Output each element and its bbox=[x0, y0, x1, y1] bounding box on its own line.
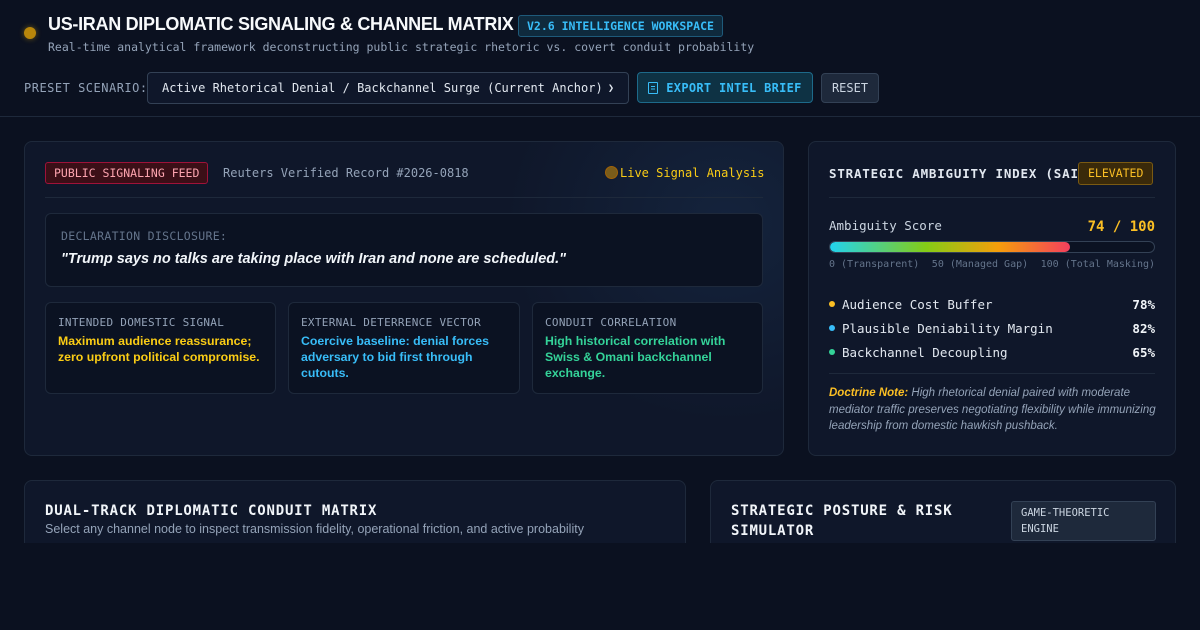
insight-label: INTENDED DOMESTIC SIGNAL bbox=[58, 316, 225, 329]
preset-selected-value: Active Rhetorical Denial / Backchannel S… bbox=[162, 81, 603, 95]
chevron-down-icon: ❯ bbox=[607, 82, 614, 94]
export-intel-brief-button[interactable]: EXPORT INTEL BRIEF bbox=[637, 72, 813, 103]
score-scale: 0 (Transparent) 50 (Managed Gap) 100 (To… bbox=[829, 259, 1155, 270]
metric-row: Plausible Deniability Margin 82% bbox=[829, 316, 1155, 340]
preset-scenario-select[interactable]: Active Rhetorical Denial / Backchannel S… bbox=[147, 72, 629, 104]
metric-label: Plausible Deniability Margin bbox=[842, 320, 1053, 336]
insight-text: Coercive baseline: denial forces adversa… bbox=[301, 334, 489, 380]
score-label: Ambiguity Score bbox=[829, 218, 942, 233]
strategic-ambiguity-card: STRATEGIC AMBIGUITY INDEX (SAI) ELEVATED… bbox=[808, 141, 1176, 456]
insight-label: CONDUIT CORRELATION bbox=[545, 316, 677, 329]
scale-mid-label: 50 (Managed Gap) bbox=[931, 259, 1029, 270]
insight-deterrence-vector: EXTERNAL DETERRENCE VECTOR Coercive base… bbox=[288, 302, 520, 394]
live-signal-label: Live Signal Analysis bbox=[620, 166, 765, 180]
live-signal-icon bbox=[605, 166, 618, 179]
insight-text: High historical correlation with Swiss &… bbox=[545, 334, 726, 380]
sai-metrics: Audience Cost Buffer 78% Plausible Denia… bbox=[829, 292, 1155, 364]
divider bbox=[829, 197, 1155, 198]
version-badge: V2.6 INTELLIGENCE WORKSPACE bbox=[518, 15, 723, 37]
metric-value: 82% bbox=[1132, 320, 1155, 336]
export-button-label: EXPORT INTEL BRIEF bbox=[666, 80, 802, 95]
reset-button[interactable]: RESET bbox=[821, 73, 879, 103]
status-indicator-icon bbox=[24, 27, 36, 39]
sai-level-badge: ELEVATED bbox=[1078, 162, 1154, 185]
engine-badge: GAME-THEORETIC ENGINE bbox=[1011, 501, 1156, 541]
app-subtitle: Real-time analytical framework deconstru… bbox=[48, 40, 755, 54]
bullet-icon bbox=[829, 349, 835, 355]
sai-title: STRATEGIC AMBIGUITY INDEX (SAI) bbox=[829, 166, 1088, 181]
app-title: US-IRAN DIPLOMATIC SIGNALING & CHANNEL M… bbox=[48, 14, 514, 34]
document-icon bbox=[648, 81, 659, 94]
insight-conduit-correlation: CONDUIT CORRELATION High historical corr… bbox=[532, 302, 763, 394]
metric-value: 78% bbox=[1132, 296, 1155, 312]
metric-row: Backchannel Decoupling 65% bbox=[829, 340, 1155, 364]
metric-label: Backchannel Decoupling bbox=[842, 344, 1008, 360]
divider bbox=[829, 373, 1155, 374]
app-header: US-IRAN DIPLOMATIC SIGNALING & CHANNEL M… bbox=[0, 0, 1200, 117]
doctrine-note: Doctrine Note: High rhetorical denial pa… bbox=[829, 385, 1159, 435]
matrix-subtitle: Select any channel node to inspect trans… bbox=[45, 522, 584, 536]
declaration-label: DECLARATION DISCLOSURE: bbox=[61, 229, 228, 243]
metric-label: Audience Cost Buffer bbox=[842, 296, 993, 312]
posture-title: STRATEGIC POSTURE & RISK SIMULATOR bbox=[731, 503, 953, 539]
feed-badge: PUBLIC SIGNALING FEED bbox=[45, 162, 209, 184]
score-value: 74 / 100 bbox=[1087, 219, 1155, 235]
signal-feed-card: PUBLIC SIGNALING FEED Reuters Verified R… bbox=[24, 141, 784, 456]
metric-row: Audience Cost Buffer 78% bbox=[829, 292, 1155, 316]
record-id: Reuters Verified Record #2026-0818 bbox=[223, 166, 469, 180]
scale-max-label: 100 (Total Masking) bbox=[1040, 259, 1155, 270]
page-footer-area bbox=[0, 543, 1200, 630]
ambiguity-score-bar bbox=[829, 241, 1155, 253]
insight-domestic-signal: INTENDED DOMESTIC SIGNAL Maximum audienc… bbox=[45, 302, 276, 394]
insight-label: EXTERNAL DETERRENCE VECTOR bbox=[301, 316, 481, 329]
declaration-quote: "Trump says no talks are taking place wi… bbox=[61, 251, 567, 267]
ambiguity-score-fill bbox=[830, 242, 1070, 252]
metric-value: 65% bbox=[1132, 344, 1155, 360]
bullet-icon bbox=[829, 301, 835, 307]
scale-min-label: 0 (Transparent) bbox=[829, 259, 920, 270]
preset-label: PRESET SCENARIO: bbox=[24, 81, 148, 95]
insight-text: Maximum audience reassurance; zero upfro… bbox=[58, 334, 260, 364]
divider bbox=[45, 197, 763, 198]
bullet-icon bbox=[829, 325, 835, 331]
matrix-title: DUAL-TRACK DIPLOMATIC CONDUIT MATRIX bbox=[45, 503, 378, 519]
doctrine-label: Doctrine Note: bbox=[829, 387, 909, 399]
declaration-disclosure: DECLARATION DISCLOSURE: "Trump says no t… bbox=[45, 213, 763, 287]
